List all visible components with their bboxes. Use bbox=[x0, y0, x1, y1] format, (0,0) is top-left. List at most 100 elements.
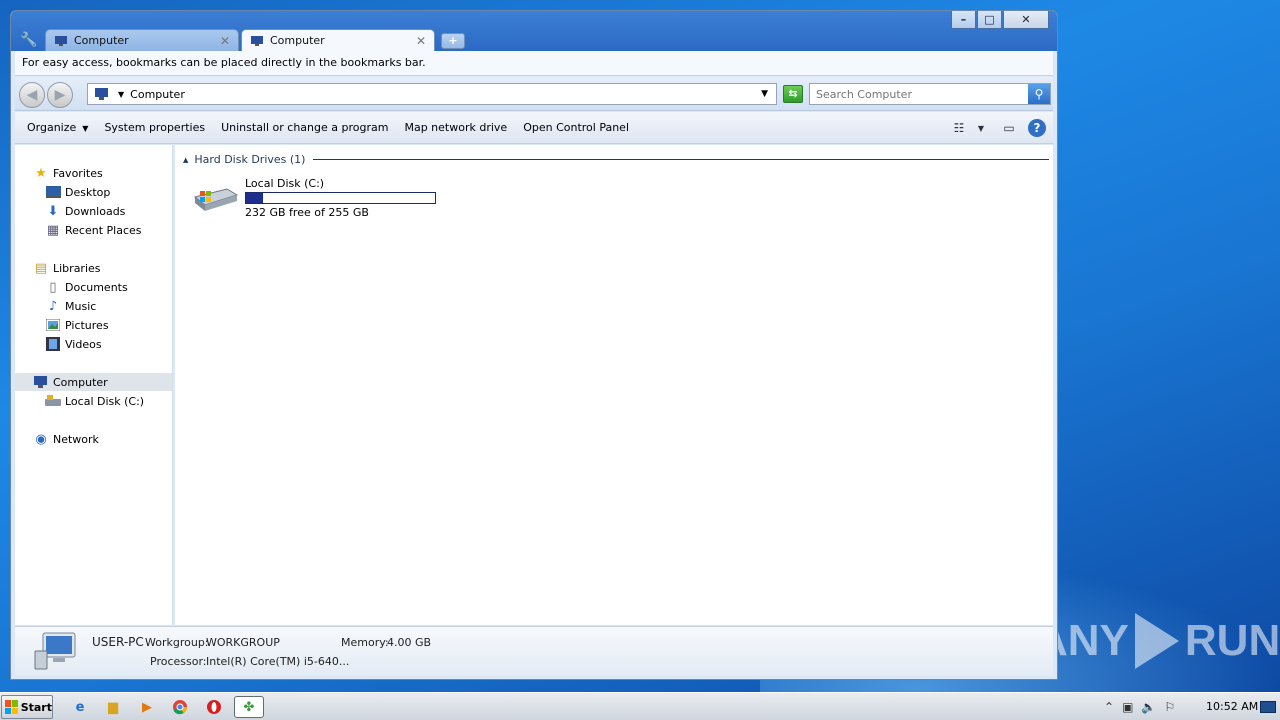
group-header-hard-disk-drives[interactable]: ▲ Hard Disk Drives (1) bbox=[183, 153, 1049, 166]
view-options-chevron-icon[interactable]: ▼ bbox=[971, 118, 991, 138]
window-controls: – □ ✕ bbox=[950, 11, 1049, 29]
nav-libraries[interactable]: ▤ Libraries bbox=[33, 259, 101, 277]
open-control-panel-button[interactable]: Open Control Panel bbox=[515, 121, 637, 134]
computer-icon bbox=[95, 88, 108, 100]
system-properties-button[interactable]: System properties bbox=[96, 121, 213, 134]
nav-music[interactable]: ♪ Music bbox=[45, 297, 96, 315]
collapse-arrow-icon[interactable]: ▲ bbox=[183, 156, 188, 164]
watermark-text-right: RUN bbox=[1184, 616, 1280, 665]
action-center-flag-icon[interactable]: ⚐ bbox=[1164, 700, 1175, 714]
drive-free-space: 232 GB free of 255 GB bbox=[245, 206, 369, 219]
chevron-down-icon: ▼ bbox=[82, 124, 89, 133]
drive-item-local-disk[interactable]: Local Disk (C:) 232 GB free of 255 GB bbox=[191, 175, 441, 225]
documents-icon: ▯ bbox=[49, 279, 57, 295]
new-tab-button[interactable]: + bbox=[441, 33, 465, 49]
nav-label: Documents bbox=[65, 280, 128, 294]
nav-downloads[interactable]: ⬇ Downloads bbox=[45, 202, 126, 220]
tab-close-icon[interactable]: ✕ bbox=[416, 34, 426, 48]
nav-label: Recent Places bbox=[65, 223, 142, 237]
content-pane: ▲ Hard Disk Drives (1) Local Disk (C:) 2… bbox=[175, 145, 1053, 625]
organize-label: Organize bbox=[27, 121, 77, 134]
tab-title: Computer bbox=[270, 34, 325, 47]
computer-large-icon bbox=[34, 632, 76, 670]
title-bar[interactable]: – □ ✕ 🔧 Computer ✕ Computer ✕ + bbox=[11, 11, 1057, 51]
nav-label: Desktop bbox=[65, 185, 111, 199]
change-view-icon[interactable]: ☷ bbox=[949, 118, 969, 138]
media-player-icon[interactable]: ▶ bbox=[136, 696, 158, 718]
nav-computer[interactable]: Computer bbox=[15, 373, 172, 391]
search-icon[interactable]: ⚲ bbox=[1028, 84, 1050, 104]
preview-pane-icon[interactable]: ▭ bbox=[999, 118, 1019, 138]
search-box: ⚲ bbox=[809, 83, 1051, 105]
music-icon: ♪ bbox=[48, 298, 58, 314]
local-disk-icon bbox=[45, 393, 61, 409]
taskbar: Start e ▆ ▶ ✤ ⌃ ▣ 🔈 ⚐ 10:52 AM bbox=[0, 692, 1280, 720]
bookmarks-bar-hint: For easy access, bookmarks can be placed… bbox=[22, 56, 426, 69]
desktop-icon bbox=[45, 184, 61, 200]
navigation-pane: ★ Favorites Desktop ⬇ Downloads ▦ Recent… bbox=[15, 145, 173, 625]
libraries-icon: ▤ bbox=[34, 260, 48, 276]
memory-label: Memory: bbox=[341, 636, 389, 649]
nav-videos[interactable]: Videos bbox=[45, 335, 102, 353]
pictures-icon bbox=[45, 317, 61, 333]
command-bar: Organize ▼ System properties Uninstall or… bbox=[15, 112, 1053, 144]
minimize-button[interactable]: – bbox=[951, 11, 976, 29]
active-window-taskbar-button[interactable]: ✤ bbox=[234, 696, 264, 718]
maximize-button[interactable]: □ bbox=[977, 11, 1002, 29]
computer-name: USER-PC bbox=[92, 635, 144, 649]
refresh-icon[interactable]: ⇆ bbox=[783, 85, 803, 103]
volume-icon[interactable]: 🔈 bbox=[1141, 700, 1156, 714]
nav-pictures[interactable]: Pictures bbox=[45, 316, 109, 334]
organize-button[interactable]: Organize ▼ bbox=[15, 121, 96, 134]
processor-label: Processor: bbox=[150, 655, 207, 668]
map-network-drive-button[interactable]: Map network drive bbox=[396, 121, 515, 134]
search-input[interactable] bbox=[810, 85, 1028, 103]
internet-explorer-icon[interactable]: e bbox=[69, 696, 91, 718]
address-field[interactable]: ▼ Computer ▼ bbox=[87, 83, 777, 105]
uninstall-program-button[interactable]: Uninstall or change a program bbox=[213, 121, 396, 134]
windows-logo-icon bbox=[5, 700, 18, 714]
show-desktop-button[interactable] bbox=[1260, 701, 1276, 713]
nav-recent-places[interactable]: ▦ Recent Places bbox=[45, 221, 142, 239]
nav-label: Local Disk (C:) bbox=[65, 394, 145, 408]
nav-label: Pictures bbox=[65, 318, 109, 332]
nav-local-disk[interactable]: Local Disk (C:) bbox=[45, 392, 144, 410]
tab-computer-2[interactable]: Computer ✕ bbox=[241, 29, 435, 51]
breadcrumb-computer[interactable]: Computer bbox=[130, 88, 185, 101]
help-icon: ? bbox=[1028, 119, 1046, 137]
recent-places-icon: ▦ bbox=[46, 222, 60, 238]
chrome-icon[interactable] bbox=[169, 696, 191, 718]
address-bar: ◀ ▶ ▼ Computer ▼ ⇆ ⚲ bbox=[15, 77, 1053, 111]
nav-label: Downloads bbox=[65, 204, 126, 218]
back-button[interactable]: ◀ bbox=[19, 82, 45, 108]
computer-icon bbox=[33, 374, 49, 390]
start-button[interactable]: Start bbox=[1, 695, 53, 719]
opera-icon[interactable] bbox=[203, 696, 225, 718]
wrench-icon[interactable]: 🔧 bbox=[15, 29, 43, 51]
nav-label: Network bbox=[53, 432, 99, 446]
explorer-window: – □ ✕ 🔧 Computer ✕ Computer ✕ + For easy… bbox=[10, 10, 1058, 680]
drive-usage-fill bbox=[246, 193, 263, 203]
file-explorer-icon[interactable]: ▆ bbox=[102, 696, 124, 718]
nav-network[interactable]: ◉ Network bbox=[33, 430, 99, 448]
group-title: Hard Disk Drives (1) bbox=[194, 153, 306, 166]
anyrun-watermark: ANY RUN bbox=[1036, 606, 1280, 676]
computer-icon bbox=[55, 35, 67, 46]
memory-value: 4.00 GB bbox=[387, 636, 432, 649]
breadcrumb-chevron-icon[interactable]: ▼ bbox=[118, 90, 124, 99]
address-dropdown-icon[interactable]: ▼ bbox=[761, 89, 768, 99]
network-status-icon[interactable]: ▣ bbox=[1122, 700, 1133, 714]
tab-computer-1[interactable]: Computer ✕ bbox=[45, 29, 239, 51]
nav-desktop[interactable]: Desktop bbox=[45, 183, 110, 201]
nav-documents[interactable]: ▯ Documents bbox=[45, 278, 128, 296]
nav-label: Computer bbox=[53, 375, 108, 389]
tab-close-icon[interactable]: ✕ bbox=[220, 34, 230, 48]
nav-favorites[interactable]: ★ Favorites bbox=[33, 164, 103, 182]
close-button[interactable]: ✕ bbox=[1003, 11, 1049, 29]
clock[interactable]: 10:52 AM bbox=[1206, 700, 1258, 713]
tab-strip: 🔧 Computer ✕ Computer ✕ + bbox=[15, 27, 465, 51]
forward-button[interactable]: ▶ bbox=[47, 82, 73, 108]
tab-title: Computer bbox=[74, 34, 129, 47]
help-button[interactable]: ? bbox=[1027, 118, 1047, 138]
show-hidden-icons-icon[interactable]: ⌃ bbox=[1104, 700, 1114, 714]
